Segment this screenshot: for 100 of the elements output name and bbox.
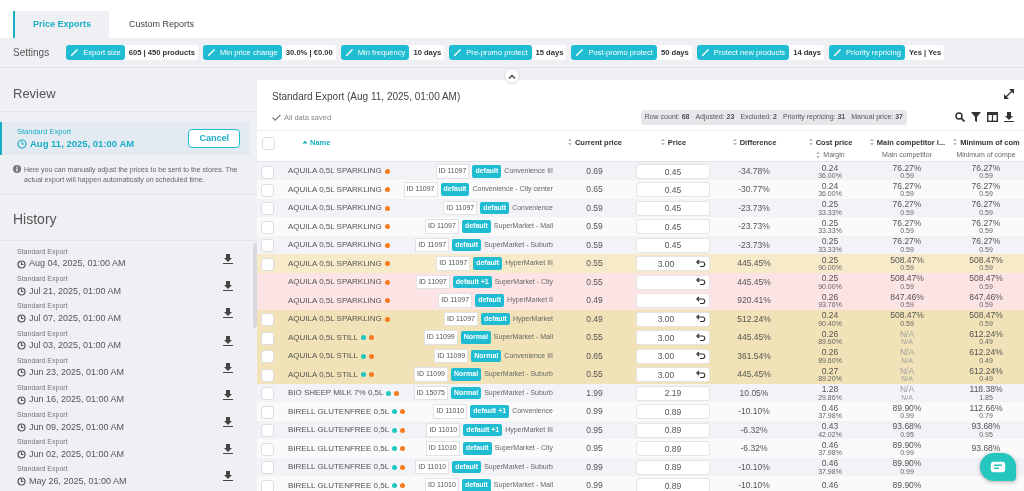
current-price: 0.55 — [557, 272, 632, 292]
product-name: BIRELL GLUTENFREE 0,5L — [288, 405, 390, 418]
collapse-button[interactable] — [504, 68, 520, 84]
price-field[interactable]: 0.89 — [636, 404, 710, 420]
download-icon[interactable] — [1004, 112, 1014, 123]
search-icon[interactable] — [955, 112, 965, 123]
cost-price: 0.25 — [820, 200, 840, 209]
price-field[interactable]: 3.00 — [636, 348, 710, 364]
price-field[interactable]: 0.89 — [636, 459, 710, 475]
undo-icon[interactable] — [696, 369, 706, 378]
chat-button[interactable] — [980, 453, 1016, 481]
row-checkbox[interactable] — [261, 257, 274, 271]
undo-icon[interactable] — [696, 351, 706, 360]
tab[interactable]: Custom Reports — [109, 11, 213, 38]
download-icon[interactable] — [223, 417, 233, 428]
minimum-index: 612.24% — [968, 348, 1004, 357]
row-checkbox[interactable] — [261, 313, 274, 327]
cost-price: 0.25 — [820, 255, 840, 265]
current-price: 0.65 — [557, 180, 632, 199]
row-checkbox[interactable] — [261, 350, 274, 364]
price-field[interactable]: 0.45 — [636, 219, 710, 235]
row-checkbox[interactable] — [261, 331, 274, 345]
filter-icon[interactable] — [971, 112, 981, 123]
download-icon[interactable] — [223, 281, 233, 292]
current-price: 0.99 — [557, 402, 632, 421]
row-checkbox[interactable] — [261, 220, 274, 234]
row-checkbox[interactable] — [261, 479, 274, 491]
sort-icon[interactable] — [815, 151, 822, 159]
price-field[interactable]: 0.89 — [636, 422, 710, 438]
price-field[interactable]: 3.00 — [636, 256, 710, 272]
price-field[interactable]: 0.45 — [636, 200, 710, 216]
row-checkbox[interactable] — [261, 239, 274, 253]
pencil-icon — [700, 47, 711, 58]
minimum-index: 847.46% — [968, 292, 1004, 302]
price-field[interactable]: 3.00 — [636, 311, 710, 327]
difference: -34.78% — [714, 161, 794, 181]
product-name: BIRELL GLUTENFREE 0,5L — [288, 442, 390, 455]
row-checkbox[interactable] — [261, 442, 274, 456]
product-name: AQUILA 0,5L SPARKLING — [288, 313, 382, 325]
cost-price: 0.26 — [820, 292, 840, 302]
price-field[interactable]: 3.00 — [636, 367, 710, 383]
sort-icon[interactable] — [566, 138, 573, 147]
undo-icon[interactable] — [696, 295, 706, 304]
price-field[interactable]: 0.89 — [636, 441, 710, 457]
pencil-icon — [833, 47, 844, 58]
minimum-index: 508.47% — [968, 274, 1004, 283]
price-field[interactable] — [636, 293, 710, 309]
product-name: AQUILA 0,5L SPARKLING — [288, 183, 382, 196]
undo-icon[interactable] — [696, 332, 706, 341]
price-field[interactable]: 0.45 — [636, 182, 710, 198]
product-name: AQUILA 0,5L STILL — [288, 368, 358, 381]
current-price: 0.55 — [557, 328, 632, 347]
current-price: 0.59 — [557, 198, 632, 218]
download-icon[interactable] — [223, 362, 233, 373]
sort-up-icon[interactable] — [302, 140, 308, 145]
row-checkbox[interactable] — [261, 165, 274, 179]
difference: 445.45% — [714, 328, 794, 347]
price-field[interactable]: 3.00 — [636, 330, 710, 346]
cost-price: 0.24 — [820, 311, 840, 320]
competitor-price-index: 508.47% — [889, 255, 925, 265]
row-checkbox[interactable] — [261, 202, 274, 216]
download-icon[interactable] — [223, 253, 233, 264]
sort-icon[interactable] — [868, 138, 875, 147]
sort-icon[interactable] — [952, 138, 959, 147]
sort-icon[interactable] — [659, 138, 666, 147]
download-icon[interactable] — [223, 335, 233, 346]
clock-icon — [17, 395, 26, 405]
price-field[interactable]: 0.45 — [636, 164, 710, 179]
select-all-checkbox[interactable] — [262, 136, 275, 150]
price-field[interactable]: 0.89 — [636, 478, 710, 491]
row-checkbox[interactable] — [261, 424, 274, 438]
sort-icon[interactable] — [807, 138, 814, 147]
columns-icon[interactable] — [987, 112, 998, 123]
row-checkbox[interactable] — [261, 461, 274, 475]
undo-icon[interactable] — [696, 258, 706, 267]
pencil-icon — [70, 47, 81, 58]
row-checkbox[interactable] — [261, 368, 274, 382]
download-icon[interactable] — [223, 444, 233, 455]
download-icon[interactable] — [223, 471, 233, 482]
sort-icon[interactable] — [731, 138, 738, 147]
undo-icon[interactable] — [696, 277, 706, 286]
pencil-icon — [207, 47, 217, 58]
row-checkbox[interactable] — [261, 387, 274, 401]
price-field[interactable] — [636, 274, 710, 290]
undo-icon[interactable] — [696, 314, 706, 323]
product-name: AQUILA 0,5L SPARKLING — [288, 202, 382, 214]
difference: -10.10% — [714, 402, 794, 421]
difference: 512.24% — [714, 309, 794, 329]
price-field[interactable]: 2.19 — [636, 385, 710, 401]
price-field[interactable]: 0.45 — [636, 237, 710, 253]
scrollbar[interactable] — [253, 243, 257, 329]
row-checkbox[interactable] — [261, 405, 274, 419]
chevron-up-icon — [508, 73, 516, 79]
expand-icon[interactable] — [1004, 89, 1014, 99]
download-icon[interactable] — [223, 308, 233, 319]
row-checkbox[interactable] — [261, 183, 274, 197]
product-name: BIRELL GLUTENFREE 0,5L — [288, 479, 390, 491]
download-icon[interactable] — [223, 389, 233, 400]
current-price: 0.95 — [557, 439, 632, 458]
competitor-price-index: 76.27% — [891, 200, 923, 209]
